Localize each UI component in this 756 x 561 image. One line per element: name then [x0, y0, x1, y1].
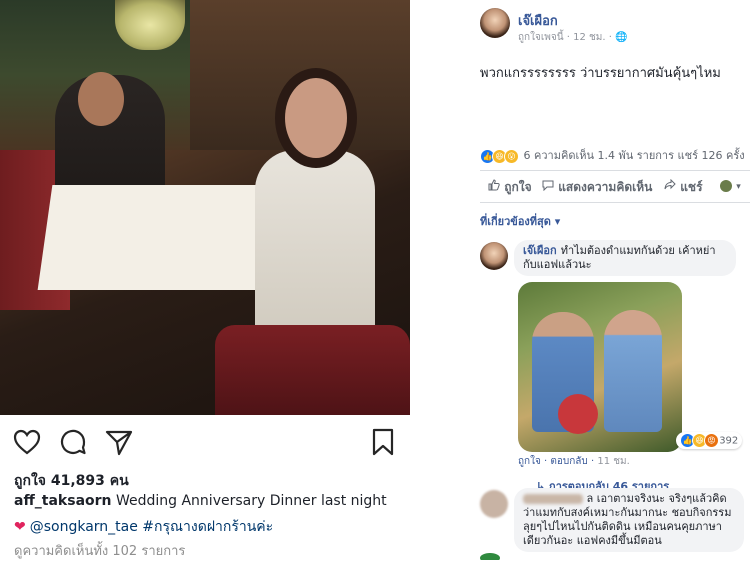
- comment-sort-dropdown[interactable]: ที่เกี่ยวข้องที่สุด ▾: [480, 212, 560, 230]
- comment-time: 11 ชม.: [597, 456, 630, 467]
- comment-photo[interactable]: [518, 282, 682, 452]
- wow-reaction-icon: 😮: [504, 148, 519, 164]
- thumbs-up-icon: [488, 179, 500, 191]
- bookmark-icon[interactable]: [368, 427, 398, 457]
- instagram-post: ถูกใจ 41,893 คน aff_taksaorn Wedding Ann…: [0, 0, 410, 560]
- chevron-down-icon: ▾: [736, 182, 741, 192]
- divider: [480, 202, 750, 203]
- photo-woman-head: [285, 78, 347, 158]
- photo-woman: [255, 150, 375, 350]
- post-photo[interactable]: [0, 0, 410, 415]
- page-avatar[interactable]: [480, 8, 510, 38]
- post-meta: ถูกใจเพจนี้ · 12 ชม. · 🌐: [518, 32, 628, 43]
- comment-label: แสดงความคิดเห็น: [558, 180, 653, 194]
- photo-chair: [215, 325, 410, 415]
- comment-reaction-count: 392: [719, 435, 739, 447]
- heart-icon[interactable]: [12, 427, 42, 457]
- avatar: [720, 179, 732, 192]
- audience-selector[interactable]: ▾: [720, 178, 741, 192]
- divider: [480, 170, 750, 171]
- like-label: ถูกใจ: [504, 180, 532, 194]
- caption: aff_taksaorn Wedding Anniversary Dinner …: [14, 493, 387, 509]
- angry-reaction-icon: 😡: [704, 433, 719, 448]
- share-arrow-icon: [664, 178, 676, 190]
- caption-mention[interactable]: @songkarn_tae #กรุณางดฝากร้านค่ะ: [30, 519, 273, 535]
- heart-emoji: ❤: [14, 519, 26, 535]
- comment-reactions-badge[interactable]: 👍 😆 😡 392: [676, 432, 743, 449]
- share-button[interactable]: แชร์: [664, 178, 703, 197]
- like-count[interactable]: ถูกใจ 41,893 คน: [14, 470, 129, 492]
- caption-username[interactable]: aff_taksaorn: [14, 493, 112, 509]
- comment-icon: [542, 180, 554, 192]
- comment-button[interactable]: แสดงความคิดเห็น: [542, 178, 652, 197]
- facebook-post: เจ๊เผือก ถูกใจเพจนี้ · 12 ชม. · 🌐 พวกแกร…: [468, 0, 756, 560]
- caption-line-2: ❤ @songkarn_tae #กรุณางดฝากร้านค่ะ: [14, 516, 273, 538]
- commenter-avatar[interactable]: [480, 242, 508, 270]
- commenter-avatar-blurred[interactable]: [480, 490, 508, 518]
- commenter-name-blurred[interactable]: [523, 494, 583, 504]
- share-label: แชร์: [680, 180, 703, 194]
- page-name[interactable]: เจ๊เผือก: [518, 10, 558, 31]
- view-all-comments-link[interactable]: ดูความคิดเห็นทั้ง 102 รายการ: [14, 540, 185, 561]
- photo-person-2: [604, 310, 662, 432]
- comment-bubble: เจ๊เผือก ทำไมต้องดำแมทกันด้วย เค้าหย่ากับ…: [514, 240, 736, 276]
- post-text: พวกแกรรรรรรรร ว่าบรรยากาศมันคุ้นๆไหม: [480, 66, 721, 81]
- commenter-name[interactable]: เจ๊เผือก: [523, 244, 557, 257]
- avatar: [480, 553, 500, 560]
- photo-lamp: [115, 0, 185, 50]
- reactions-summary: 6 ความคิดเห็น 1.4 พัน รายการ แชร์ 126 คร…: [523, 149, 745, 162]
- post-actions: [0, 415, 410, 465]
- post-actions: ถูกใจ แสดงความคิดเห็น แชร์ ▾: [480, 178, 756, 196]
- caption-text: Wedding Anniversary Dinner last night: [111, 493, 387, 509]
- like-button[interactable]: ถูกใจ: [488, 178, 532, 197]
- reactions-bar[interactable]: 👍 😆 😮 6 ความคิดเห็น 1.4 พัน รายการ แชร์ 12…: [480, 146, 756, 164]
- comment-links: ถูกใจ · ตอบกลับ · 11 ชม.: [518, 456, 630, 467]
- photo-man-head: [78, 72, 124, 126]
- share-icon[interactable]: [104, 427, 134, 457]
- comment-icon[interactable]: [58, 427, 88, 457]
- comment-like-link[interactable]: ถูกใจ: [518, 456, 541, 467]
- photo-red-item: [558, 394, 598, 434]
- comment-bubble: ล เอาตามจริงนะ จริงๆแล้วคิดว่าแมทกับสงค์…: [514, 488, 744, 552]
- comment-reply-link[interactable]: ตอบกลับ: [550, 456, 587, 467]
